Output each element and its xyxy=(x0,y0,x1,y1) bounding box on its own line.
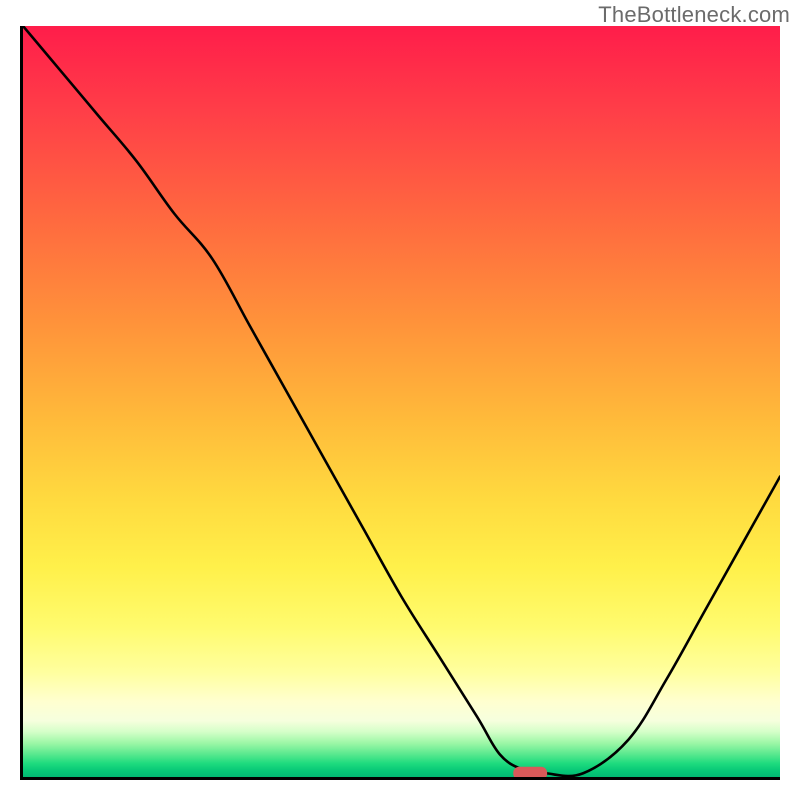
optimum-marker xyxy=(513,767,547,780)
bottleneck-curve xyxy=(23,26,780,776)
attribution-text: TheBottleneck.com xyxy=(598,2,790,28)
plot-area xyxy=(20,26,780,780)
chart-frame: TheBottleneck.com xyxy=(0,0,800,800)
curve-layer xyxy=(23,26,780,777)
